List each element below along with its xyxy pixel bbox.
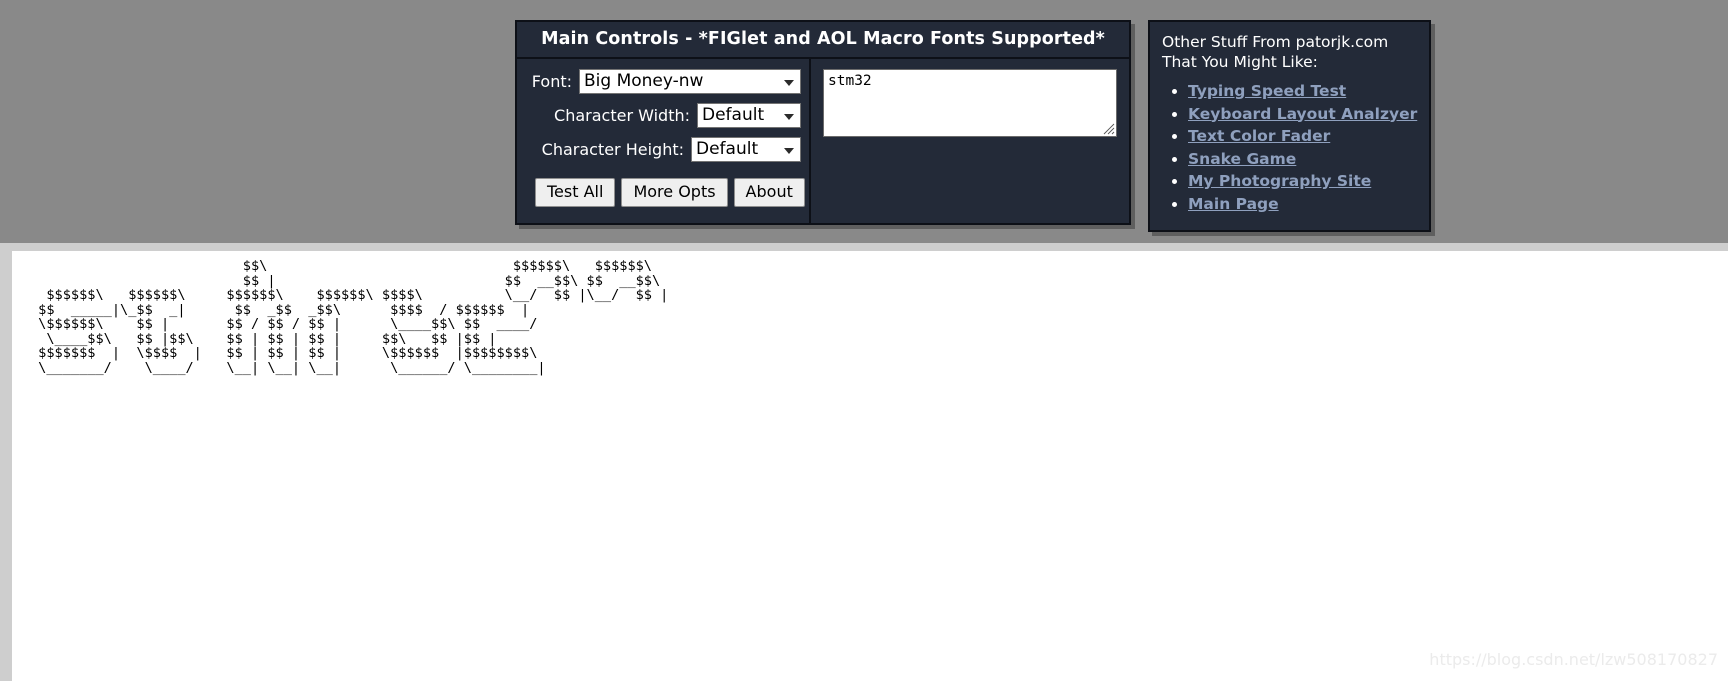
list-item: Typing Speed Test <box>1188 81 1419 101</box>
font-label: Font: <box>531 72 572 91</box>
link-main-page[interactable]: Main Page <box>1188 195 1279 213</box>
action-button-row: Test All More Opts About <box>517 178 809 207</box>
header-divider <box>0 243 1728 251</box>
font-select[interactable]: Big Money-nw <box>579 69 801 94</box>
font-select-wrapper[interactable]: Big Money-nw <box>579 69 801 94</box>
character-height-row: Character Height: Default <box>517 137 809 162</box>
character-width-label: Character Width: <box>554 106 690 125</box>
main-controls-body: Font: Big Money-nw Character Width: Defa… <box>517 57 1129 223</box>
link-snake-game[interactable]: Snake Game <box>1188 150 1296 168</box>
other-stuff-link-list: Typing Speed Test Keyboard Layout Analzy… <box>1162 81 1419 214</box>
ascii-output-area[interactable]: $$\ $$$$$$\ $$$$$$\ $$ | $$ __$$\ $$ __$… <box>0 251 1728 681</box>
character-width-select[interactable]: Default <box>697 103 801 128</box>
watermark-text: https://blog.csdn.net/lzw508170827 <box>1429 650 1718 669</box>
character-height-select-wrapper[interactable]: Default <box>691 137 801 162</box>
ascii-art-output: $$\ $$$$$$\ $$$$$$\ $$ | $$ __$$\ $$ __$… <box>38 258 669 376</box>
list-item: My Photography Site <box>1188 171 1419 191</box>
more-opts-button[interactable]: More Opts <box>621 178 728 207</box>
character-height-label: Character Height: <box>541 140 684 159</box>
list-item: Text Color Fader <box>1188 126 1419 146</box>
main-controls-left-column: Font: Big Money-nw Character Width: Defa… <box>517 59 811 223</box>
character-height-select[interactable]: Default <box>691 137 801 162</box>
list-item: Main Page <box>1188 194 1419 214</box>
list-item: Snake Game <box>1188 149 1419 169</box>
link-keyboard-layout-analyzer[interactable]: Keyboard Layout Analzyer <box>1188 105 1417 123</box>
text-input[interactable] <box>823 69 1117 137</box>
link-text-color-fader[interactable]: Text Color Fader <box>1188 127 1330 145</box>
other-stuff-heading: Other Stuff From patorjk.com That You Mi… <box>1162 32 1419 72</box>
test-all-button[interactable]: Test All <box>535 178 616 207</box>
about-button[interactable]: About <box>733 178 805 207</box>
link-typing-speed-test[interactable]: Typing Speed Test <box>1188 82 1346 100</box>
main-controls-right-column <box>811 59 1129 209</box>
list-item: Keyboard Layout Analzyer <box>1188 104 1419 124</box>
main-controls-title: Main Controls - *FIGlet and AOL Macro Fo… <box>541 29 1105 49</box>
main-controls-panel: Main Controls - *FIGlet and AOL Macro Fo… <box>515 20 1131 225</box>
link-my-photography-site[interactable]: My Photography Site <box>1188 172 1371 190</box>
text-input-wrapper <box>823 69 1117 137</box>
other-stuff-heading-line1: Other Stuff From patorjk.com <box>1162 33 1389 51</box>
character-width-row: Character Width: Default <box>517 103 809 128</box>
other-stuff-panel: Other Stuff From patorjk.com That You Mi… <box>1148 20 1431 232</box>
font-row: Font: Big Money-nw <box>517 69 809 94</box>
character-width-select-wrapper[interactable]: Default <box>697 103 801 128</box>
other-stuff-heading-line2: That You Might Like: <box>1162 53 1318 71</box>
